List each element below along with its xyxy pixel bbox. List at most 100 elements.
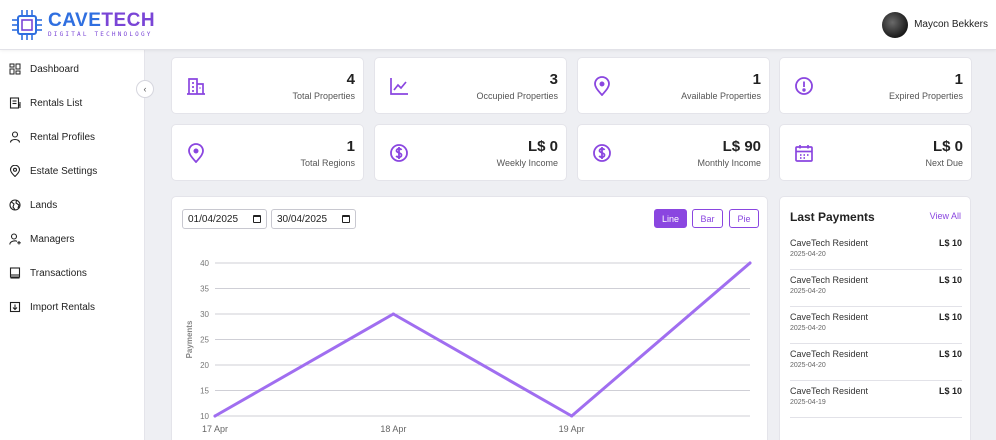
- sidebar-item-rentals-list[interactable]: Rentals List: [0, 86, 144, 120]
- sidebar-item-estate-settings[interactable]: Estate Settings: [0, 154, 144, 188]
- sidebar-item-label: Rentals List: [30, 97, 83, 109]
- dollar-icon: [390, 144, 408, 162]
- payment-row: CaveTech Resident 2025-04-19 L$ 10: [790, 381, 962, 418]
- stat-card-total-regions: 1 Total Regions: [171, 124, 364, 181]
- x-tick-label: 17 Apr: [202, 424, 228, 434]
- chart-type-pie-button[interactable]: Pie: [729, 209, 759, 228]
- x-tick-label: 19 Apr: [559, 424, 585, 434]
- end-date-value: 30/04/2025: [277, 213, 328, 225]
- logo[interactable]: CAVETECH DIGITAL TECHNOLOGY: [10, 8, 155, 42]
- chevron-left-icon: ‹: [143, 84, 147, 94]
- payment-name: CaveTech Resident: [790, 349, 869, 359]
- payment-amount: L$ 10: [938, 275, 962, 285]
- view-all-link[interactable]: View All: [930, 211, 961, 221]
- payment-row: CaveTech Resident 2025-04-20 L$ 10: [790, 233, 962, 270]
- end-date-input[interactable]: 30/04/2025: [271, 209, 356, 229]
- payment-amount: L$ 10: [938, 349, 962, 359]
- calendar-icon[interactable]: [342, 215, 350, 223]
- y-tick-label: 30: [200, 310, 209, 319]
- x-tick-label: 18 Apr: [380, 424, 406, 434]
- stat-card-next-due: L$ 0 Next Due: [779, 124, 972, 181]
- y-axis-label: Payments: [185, 320, 194, 358]
- sidebar-item-label: Dashboard: [30, 63, 79, 75]
- stat-label: Total Regions: [300, 158, 355, 168]
- payment-row: CaveTech Resident 2025-04-20 L$ 10: [790, 307, 962, 344]
- payment-date: 2025-04-20: [790, 325, 826, 332]
- sidebar-item-dashboard[interactable]: Dashboard: [0, 52, 144, 86]
- stat-label: Monthly Income: [697, 158, 761, 168]
- sidebar-item-label: Managers: [30, 233, 75, 245]
- map-pin-icon: [594, 76, 610, 96]
- import-icon: [9, 301, 21, 313]
- stat-label: Occupied Properties: [476, 91, 558, 101]
- y-tick-label: 15: [200, 387, 209, 396]
- list-icon: [9, 97, 21, 109]
- payment-amount: L$ 10: [938, 238, 962, 248]
- user-plus-icon: [9, 233, 21, 245]
- payment-date: 2025-04-20: [790, 288, 826, 295]
- user-name: Maycon Bekkers: [914, 19, 988, 30]
- sidebar-item-import-rentals[interactable]: Import Rentals: [0, 290, 144, 324]
- sidebar-item-label: Estate Settings: [30, 165, 98, 177]
- user-icon: [9, 131, 21, 143]
- payments-chart-card: 01/04/2025 30/04/2025 Line Bar Pie 10 15 2…: [171, 196, 768, 440]
- map-pin-icon: [9, 165, 21, 177]
- stat-value: 4: [346, 71, 355, 88]
- sidebar-item-label: Rental Profiles: [30, 131, 96, 143]
- stat-value: 3: [549, 71, 558, 88]
- payment-date: 2025-04-19: [790, 399, 826, 406]
- building-icon: [187, 78, 205, 95]
- data-point: [570, 414, 574, 418]
- avatar[interactable]: [882, 11, 909, 38]
- stat-label: Next Due: [925, 158, 963, 168]
- stat-card-expired-properties: 1 Expired Properties: [779, 57, 972, 114]
- payment-name: CaveTech Resident: [790, 312, 869, 322]
- chart-type-line-button[interactable]: Line: [654, 209, 687, 228]
- payment-row: CaveTech Resident 2025-04-20 L$ 10: [790, 344, 962, 381]
- sidebar-item-label: Lands: [30, 199, 58, 211]
- stat-label: Available Properties: [681, 91, 761, 101]
- stat-card-total-properties: 4 Total Properties: [171, 57, 364, 114]
- sidebar-item-rental-profiles[interactable]: Rental Profiles: [0, 120, 144, 154]
- calendar-icon[interactable]: [253, 215, 261, 223]
- stat-value: 1: [954, 71, 963, 88]
- payment-amount: L$ 10: [938, 312, 962, 322]
- top-header: CAVETECH DIGITAL TECHNOLOGY Maycon Bekke…: [0, 0, 996, 50]
- y-tick-label: 20: [200, 361, 209, 370]
- data-point: [391, 312, 395, 316]
- calendar-icon: [795, 145, 813, 162]
- data-point: [748, 261, 752, 265]
- stat-value: L$ 90: [722, 138, 761, 155]
- map-pin-icon: [188, 143, 204, 163]
- dollar-icon: [593, 144, 611, 162]
- sidebar-collapse-button[interactable]: ‹: [136, 80, 154, 98]
- chart-type-bar-button[interactable]: Bar: [692, 209, 723, 228]
- globe-icon: [9, 199, 21, 211]
- stat-card-weekly-income: L$ 0 Weekly Income: [374, 124, 567, 181]
- sidebar-item-managers[interactable]: Managers: [0, 222, 144, 256]
- user-menu[interactable]: Maycon Bekkers: [882, 11, 988, 38]
- sidebar-item-transactions[interactable]: Transactions: [0, 256, 144, 290]
- book-icon: [9, 267, 21, 279]
- payment-date: 2025-04-20: [790, 362, 826, 369]
- logo-tagline: DIGITAL TECHNOLOGY: [48, 31, 153, 38]
- alert-icon: [795, 77, 813, 95]
- chip-icon: [12, 9, 42, 40]
- stat-card-occupied-properties: 3 Occupied Properties: [374, 57, 567, 114]
- grid-icon: [9, 63, 21, 75]
- y-tick-label: 40: [200, 259, 209, 268]
- stat-label: Total Properties: [292, 91, 355, 101]
- payment-date: 2025-04-20: [790, 251, 826, 258]
- stat-value: L$ 0: [932, 138, 963, 155]
- payment-amount: L$ 10: [938, 386, 962, 396]
- logo-name: CAVETECH: [48, 10, 156, 31]
- sidebar-item-lands[interactable]: Lands: [0, 188, 144, 222]
- start-date-value: 01/04/2025: [188, 213, 239, 225]
- stat-value: L$ 0: [527, 138, 558, 155]
- start-date-input[interactable]: 01/04/2025: [182, 209, 267, 229]
- payments-line-chart: 10 15 20 25 30 35 40 17 Apr 18 Apr 19 Apr Payments: [185, 259, 752, 434]
- y-tick-label: 35: [200, 285, 209, 294]
- stat-label: Expired Properties: [888, 91, 963, 101]
- trend-icon: [390, 78, 408, 95]
- last-payments-card: Last Payments View All CaveTech Resident…: [779, 196, 971, 440]
